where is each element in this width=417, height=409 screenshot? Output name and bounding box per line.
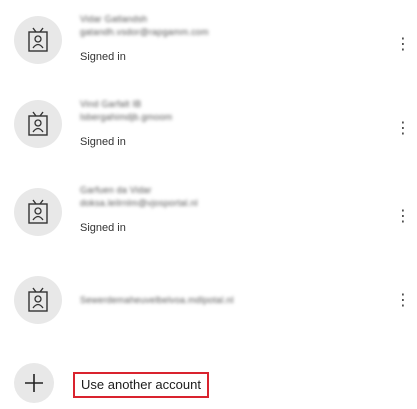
plus-icon xyxy=(25,374,43,392)
account-name: Garfuen da Vidar xyxy=(80,185,152,195)
avatar xyxy=(14,100,62,148)
account-status: Signed in xyxy=(80,51,126,63)
account-row[interactable]: Vind Garfalt IB lsbergahimdjb.gmoom Sign… xyxy=(0,92,417,164)
add-account-button[interactable] xyxy=(14,363,54,403)
account-row[interactable]: Garfuen da Vidar doksa.leilrnlm@vjosport… xyxy=(0,180,417,252)
more-options-icon: ⋮ xyxy=(395,292,411,309)
avatar xyxy=(14,276,62,324)
account-status: Signed in xyxy=(80,222,126,234)
more-options-icon: ⋮ xyxy=(395,120,411,137)
account-email: doksa.leilrnlm@vjosportal.nl xyxy=(80,198,198,208)
account-email: gatandh.vsdor@rapgamm.com xyxy=(80,27,209,37)
badge-icon xyxy=(28,287,48,312)
badge-icon xyxy=(28,111,48,136)
more-options-icon: ⋮ xyxy=(395,208,411,225)
more-options-icon: ⋮ xyxy=(395,36,411,53)
more-options-button[interactable]: ⋮ xyxy=(395,206,411,228)
use-another-account-link[interactable]: Use another account xyxy=(73,372,209,398)
avatar xyxy=(14,16,62,64)
badge-icon xyxy=(28,199,48,224)
avatar xyxy=(14,188,62,236)
account-email: Sewerdemaheuvelbelvoa.mdlpotal.nl xyxy=(80,295,234,305)
use-another-account-row[interactable]: Use another account xyxy=(0,360,417,408)
account-row[interactable]: Sewerdemaheuvelbelvoa.mdlpotal.nl ⋮ xyxy=(0,268,417,340)
account-list: Vidar Gatlandsh gatandh.vsdor@rapgamm.co… xyxy=(0,0,417,409)
account-status: Signed in xyxy=(80,136,126,148)
badge-icon xyxy=(28,27,48,52)
account-row[interactable]: Vidar Gatlandsh gatandh.vsdor@rapgamm.co… xyxy=(0,8,417,80)
more-options-button[interactable]: ⋮ xyxy=(395,118,411,140)
more-options-button[interactable]: ⋮ xyxy=(395,290,411,312)
more-options-button[interactable]: ⋮ xyxy=(395,34,411,56)
account-name: Vidar Gatlandsh xyxy=(80,14,148,24)
account-name: Vind Garfalt IB xyxy=(80,99,142,109)
account-email: lsbergahimdjb.gmoom xyxy=(80,112,173,122)
